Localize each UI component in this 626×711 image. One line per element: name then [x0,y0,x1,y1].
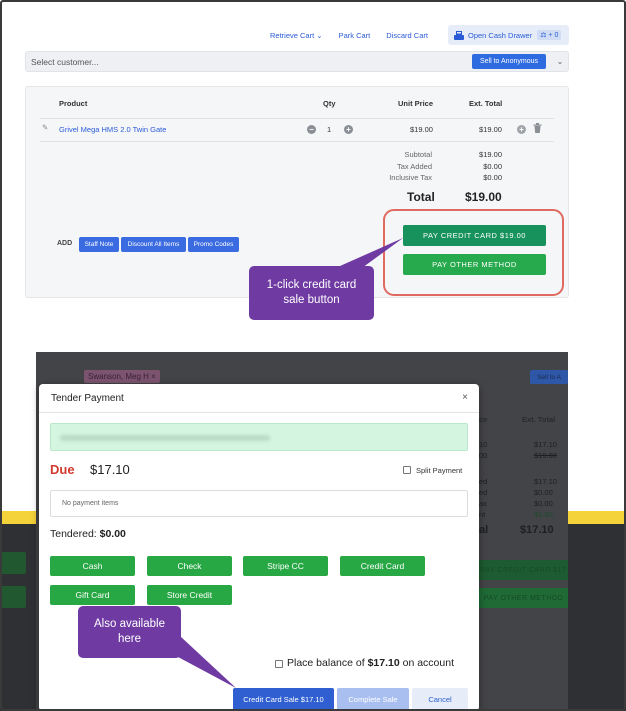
blurred-text [60,435,270,441]
cart-item-unit-price: $19.00 [410,125,433,134]
split-payment-checkbox[interactable] [403,466,411,474]
customer-select-placeholder: Select customer... [31,56,99,67]
background-value: $19.00 [534,451,557,460]
pay-credit-card-button[interactable]: PAY CREDIT CARD $19.00 [403,225,546,246]
product-header: Product [59,99,88,108]
cash-register-icon [454,30,464,40]
due-label: Due [50,462,75,477]
background-total: $17.10 [520,524,554,536]
customer-select[interactable]: Select customer... Sell to Anonymous ⌄ [25,51,569,72]
background-row-prefix: 00 [479,451,488,460]
divider [40,141,554,142]
highlight-outline [383,209,564,296]
also-available-callout: Also available here [78,606,181,658]
close-icon[interactable]: × [462,392,468,403]
discount-all-items-button[interactable]: Discount All Items [121,237,186,252]
cart-item-name[interactable]: Grivel Mega HMS 2.0 Twin Gate [59,125,166,134]
tendered-amount: $0.00 [99,528,126,540]
tax-added-label: Tax Added [396,162,432,171]
total-value: $19.00 [465,190,502,204]
total-label: Total [407,190,435,204]
unit-price-header: Unit Price [398,99,434,108]
no-payment-items-text: No payment items [62,500,119,507]
background-customer-chip: Swanson, Meg H × [84,370,160,383]
retrieve-cart-link[interactable]: Retrieve Cart ⌄ [270,31,323,40]
park-cart-link[interactable]: Park Cart [339,31,371,40]
tender-payment-modal: Tender Payment × Due $17.10 Split Paymen… [39,384,479,711]
balance-suffix: on account [402,657,454,669]
add-item-icon[interactable]: + [517,125,526,134]
split-payment-label: Split Payment [416,466,463,475]
background-value: $0.00 [534,499,553,508]
store-credit-button[interactable]: Store Credit [147,585,232,605]
trash-icon[interactable] [533,123,542,133]
open-cash-drawer-label: Open Cash Drawer [468,30,533,40]
check-button[interactable]: Check [147,556,232,576]
decrease-qty-button[interactable]: − [307,125,316,134]
inclusive-tax-label: Inclusive Tax [389,173,432,182]
background-value: $17.10 [534,477,557,486]
tendered-label: Tendered: [50,528,97,540]
background-green-block [0,586,26,608]
cart-item-qty: 1 [327,125,332,134]
cart-item-ext-total: $19.00 [479,125,502,134]
background-row-prefix: 10 [479,440,488,449]
staff-note-button[interactable]: Staff Note [79,237,119,252]
edit-pencil-icon[interactable]: ✎ [42,123,48,132]
tax-added-value: $0.00 [483,162,502,171]
background-green-block [0,552,26,574]
tendered-line: Tendered: $0.00 [50,528,126,540]
payment-items-box: No payment items [50,490,468,517]
background-pay-cc-button: PAY CREDIT CARD $17 [479,560,568,580]
divider [40,118,554,119]
chevron-down-icon: ⌄ [316,30,323,40]
cart-actions-nav: Retrieve Cart ⌄ Park Cart Discard Cart [270,26,444,44]
credit-card-button[interactable]: Credit Card [340,556,425,576]
discard-cart-link[interactable]: Discard Cart [386,31,428,40]
payment-info-banner [50,423,468,451]
due-amount: $17.10 [90,462,130,477]
cancel-button[interactable]: Cancel [412,688,468,710]
modal-title: Tender Payment [51,393,124,404]
subtotal-label: Subtotal [404,150,432,159]
background-ext-total: Ext. Total [522,415,556,424]
background-value: $1.90 [534,510,553,519]
place-balance-checkbox[interactable] [275,660,283,668]
complete-sale-button[interactable]: Complete Sale [337,688,409,710]
qty-header: Qty [323,99,336,108]
stripe-cc-button[interactable]: Stripe CC [243,556,328,576]
chevron-down-icon[interactable]: ⌄ [552,57,568,66]
open-cash-drawer-button[interactable]: Open Cash Drawer ⚖ + 0 [448,25,569,45]
add-label: ADD [57,240,73,247]
background-col-prefix: ce [479,415,488,424]
balance-prefix: Place balance of [287,657,365,669]
sell-to-anonymous-button[interactable]: Sell to Anonymous [472,54,546,69]
background-row-prefix: ed [479,477,488,486]
cash-button[interactable]: Cash [50,556,135,576]
background-row-prefix: ax [479,499,487,508]
balance-amount: $17.10 [367,657,400,669]
gift-card-button[interactable]: Gift Card [50,585,135,605]
divider [39,412,479,413]
subtotal-value: $19.00 [479,150,502,159]
pay-other-method-button[interactable]: PAY OTHER METHOD [403,254,546,275]
background-row-prefix: nt [479,510,486,519]
background-pay-other-button: PAY OTHER METHOD [479,588,568,608]
one-click-callout: 1-click credit card sale button [249,266,374,320]
cash-drawer-badge: ⚖ + 0 [537,30,562,40]
background-total-suffix: al [479,524,489,536]
retrieve-cart-label: Retrieve Cart [270,30,315,40]
increase-qty-button[interactable]: + [344,125,353,134]
background-value: $17.10 [534,440,557,449]
credit-card-sale-button[interactable]: Credit Card Sale $17.10 [233,688,334,710]
ext-total-header: Ext. Total [469,99,503,108]
background-value: $0.00 [534,488,553,497]
promo-codes-button[interactable]: Promo Codes [188,237,239,252]
background-row-prefix: ed [479,488,488,497]
background-sell-button: Sell to A [530,370,568,384]
inclusive-tax-value: $0.00 [483,173,502,182]
place-balance-line: Place balance of $17.10 on account [287,657,454,669]
